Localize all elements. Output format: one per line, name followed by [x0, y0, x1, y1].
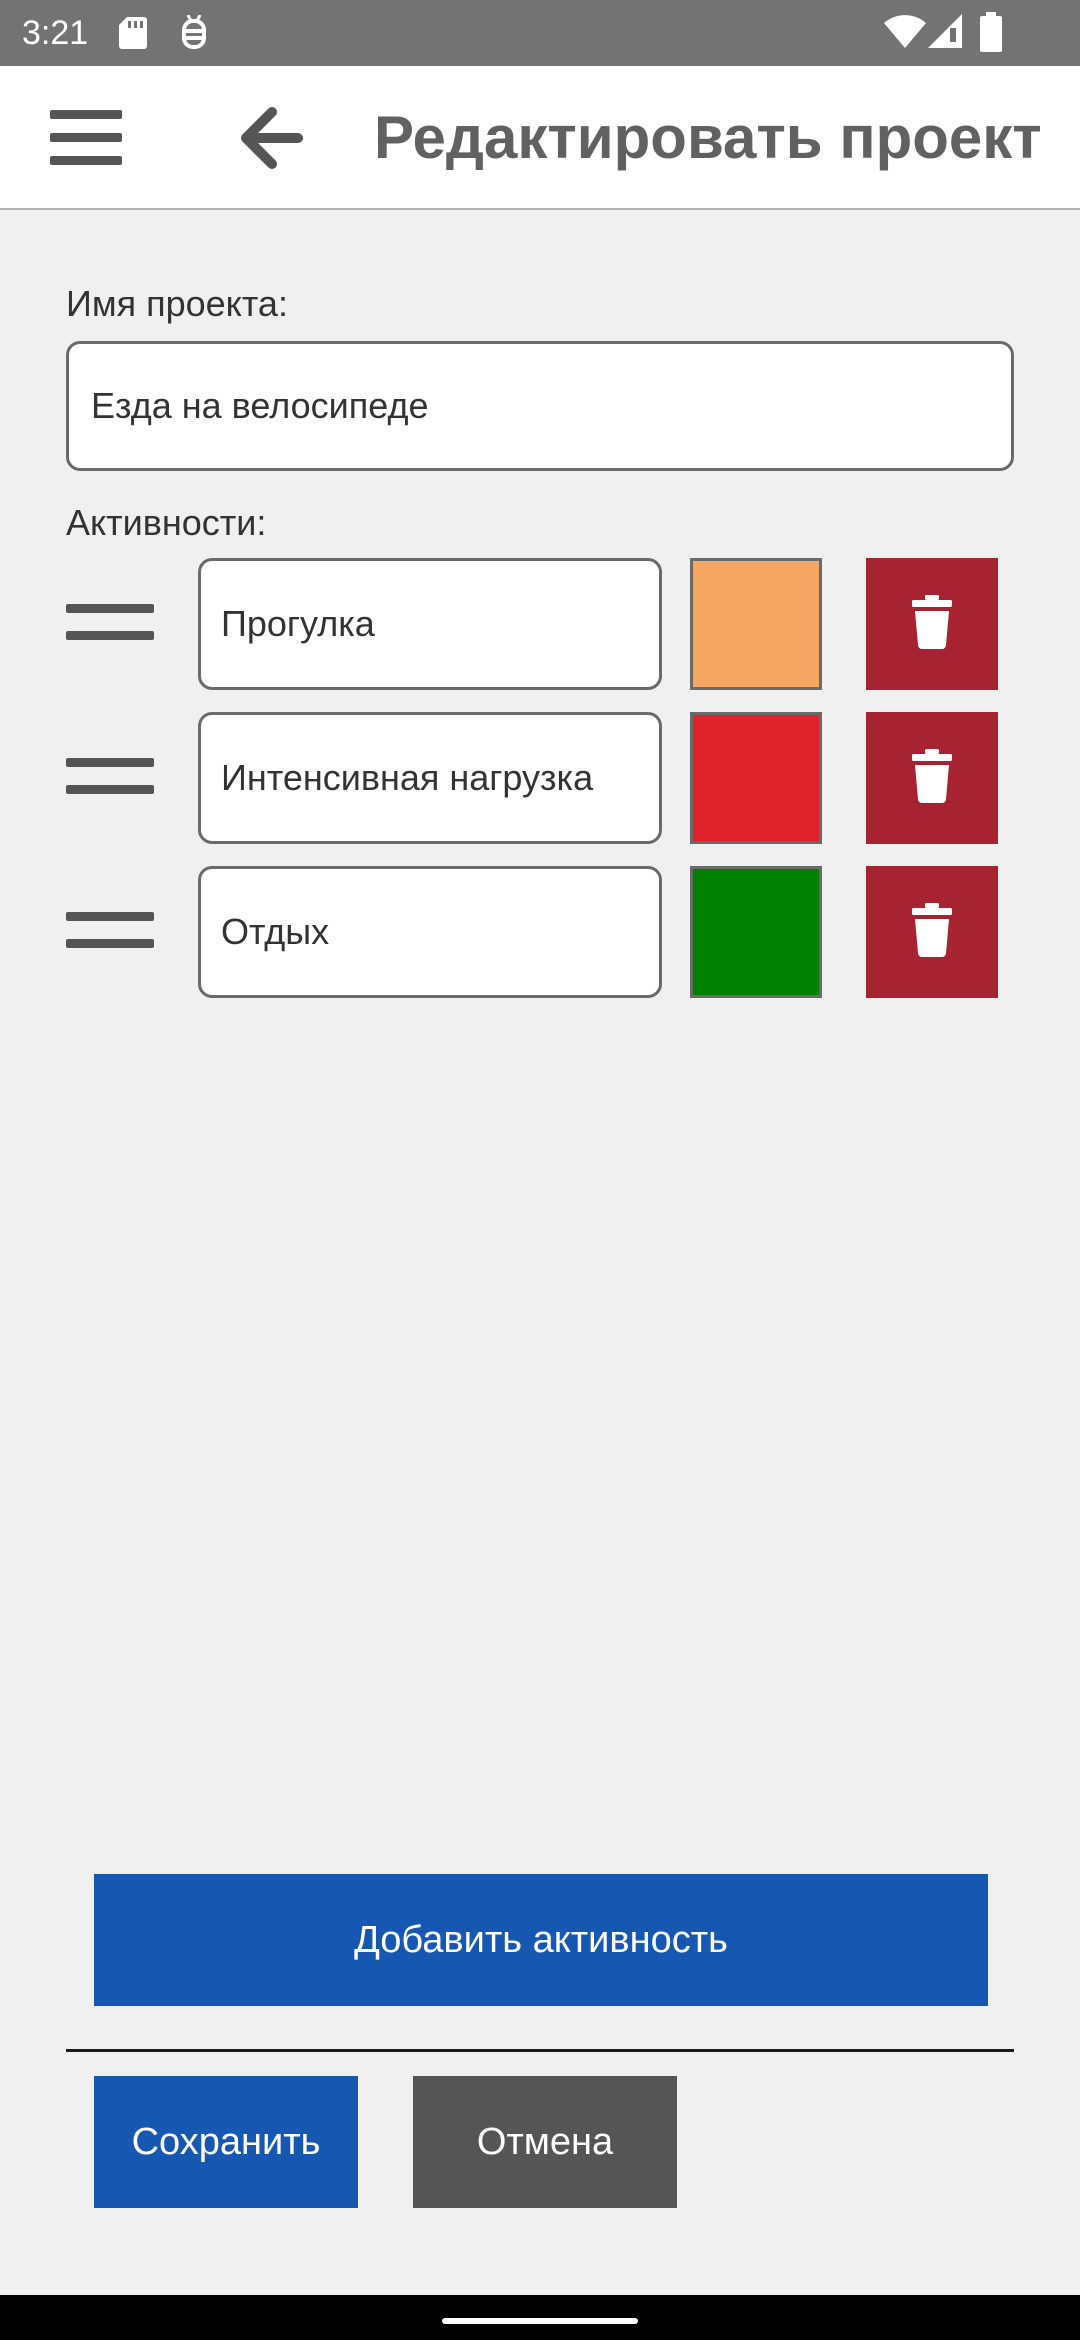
- project-name-label: Имя проекта:: [66, 283, 288, 324]
- divider: [66, 2049, 1014, 2052]
- status-bar: 3:21: [0, 0, 1080, 66]
- drag-handle-icon[interactable]: [66, 758, 154, 794]
- activity-name-input[interactable]: Интенсивная нагрузка: [198, 712, 662, 844]
- menu-icon: [46, 110, 126, 174]
- delete-activity-button[interactable]: [866, 712, 998, 844]
- trash-icon: [912, 902, 952, 962]
- cancel-button[interactable]: Отмена: [413, 2076, 677, 2208]
- status-time: 3:21: [22, 14, 89, 52]
- add-activity-button[interactable]: Добавить активность: [94, 1874, 988, 2006]
- home-indicator[interactable]: [442, 2318, 638, 2324]
- activity-name-input[interactable]: Прогулка: [198, 558, 662, 690]
- drag-handle-icon[interactable]: [66, 604, 154, 640]
- debug-icon: [178, 14, 210, 56]
- activity-color-swatch[interactable]: [690, 558, 822, 690]
- activity-name-input[interactable]: Отдых: [198, 866, 662, 998]
- delete-activity-button[interactable]: [866, 866, 998, 998]
- back-button[interactable]: [238, 106, 304, 170]
- activities-label: Активности:: [66, 502, 267, 543]
- app-bar: Редактировать проект: [0, 66, 1080, 210]
- activity-color-swatch[interactable]: [690, 866, 822, 998]
- trash-icon: [912, 594, 952, 654]
- battery-icon: [980, 12, 1002, 57]
- save-button[interactable]: Сохранить: [94, 2076, 358, 2208]
- trash-icon: [912, 748, 952, 808]
- menu-button[interactable]: [46, 106, 126, 170]
- sd-card-icon: [118, 15, 148, 56]
- drag-handle-icon[interactable]: [66, 912, 154, 948]
- activity-color-swatch[interactable]: [690, 712, 822, 844]
- page-title: Редактировать проект: [374, 104, 1042, 171]
- wifi-icon: [884, 14, 926, 55]
- signal-icon: [928, 14, 964, 55]
- arrow-back-icon: [238, 107, 304, 174]
- delete-activity-button[interactable]: [866, 558, 998, 690]
- project-name-input[interactable]: Езда на велосипеде: [66, 341, 1014, 471]
